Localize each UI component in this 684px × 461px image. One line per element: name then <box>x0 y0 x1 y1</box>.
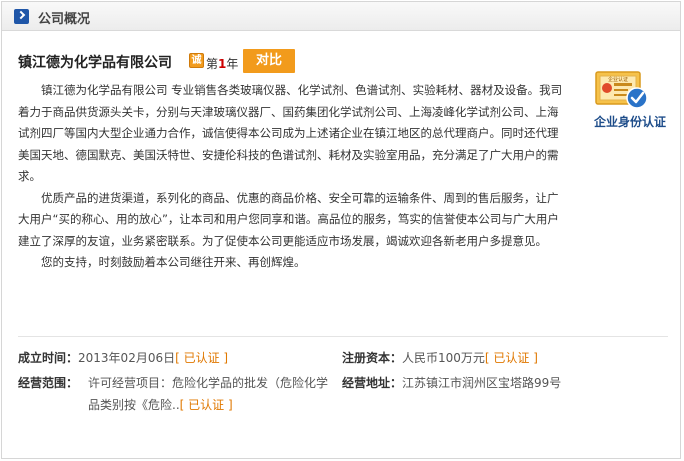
panel-header: 公司概况 <box>2 2 680 31</box>
address-label: 经营地址： <box>342 376 403 390</box>
founded-label: 成立时间： <box>18 351 79 365</box>
certificate-icon: 企业认证 <box>595 71 648 109</box>
company-name: 镇江德为化学品有限公司 <box>18 55 172 71</box>
compare-button[interactable]: 对比 <box>243 49 295 73</box>
capital-label: 注册资本： <box>342 351 403 365</box>
address-row: 经营地址：江苏镇江市润州区宝塔路99号 <box>342 372 561 394</box>
enterprise-certification[interactable]: 企业认证 企业身份认证 <box>585 70 675 130</box>
certification-label: 企业身份认证 <box>593 115 666 129</box>
year-suffix: 年 <box>226 57 239 71</box>
cert-badge-text: 企业认证 <box>608 76 628 83</box>
company-overview-panel: 公司概况 镇江德为化学品有限公司 诚 第1年 对比 镇江德为化学品有限公司 专业… <box>1 1 681 459</box>
chevron-right-icon <box>14 9 29 24</box>
section-divider <box>18 336 668 337</box>
company-description: 镇江德为化学品有限公司 专业销售各类玻璃仪器、化学试剂、色谱试剂、实验耗材、器材… <box>18 80 566 274</box>
scope-verified-badge: [ 已认证 ] <box>179 398 233 412</box>
founded-value: 2013年02月06日 <box>78 351 176 365</box>
scope-label-wrap: 经营范围： <box>18 372 78 394</box>
membership-years: 第1年 <box>206 55 238 72</box>
year-prefix: 第 <box>206 57 219 71</box>
capital-verified-badge: [ 已认证 ] <box>484 351 538 365</box>
description-paragraph: 您的支持，时刻鼓励着本公司继往开来、再创辉煌。 <box>41 255 306 269</box>
founded-verified-badge: [ 已认证 ] <box>175 351 229 365</box>
address-value: 江苏镇江市润州区宝塔路99号 <box>402 376 562 390</box>
scope-row: 许可经营项目：危险化学品的批发（危险化学品类别按《危险..[ 已认证 ] <box>88 372 333 416</box>
cheng-badge-icon: 诚 <box>189 53 204 68</box>
company-title-row: 镇江德为化学品有限公司 诚 第1年 对比 <box>18 49 438 75</box>
founded-row: 成立时间：2013年02月06日[ 已认证 ] <box>18 347 228 369</box>
scope-label: 经营范围： <box>18 376 79 390</box>
capital-value: 人民币100万元 <box>402 351 485 365</box>
description-paragraph: 镇江德为化学品有限公司 专业销售各类玻璃仪器、化学试剂、色谱试剂、实验耗材、器材… <box>18 83 563 183</box>
panel-title: 公司概况 <box>38 12 91 27</box>
capital-row: 注册资本：人民币100万元[ 已认证 ] <box>342 347 538 369</box>
description-paragraph: 优质产品的进货渠道，系列化的商品、优惠的商品价格、安全可靠的运输条件、周到的售后… <box>18 190 559 248</box>
